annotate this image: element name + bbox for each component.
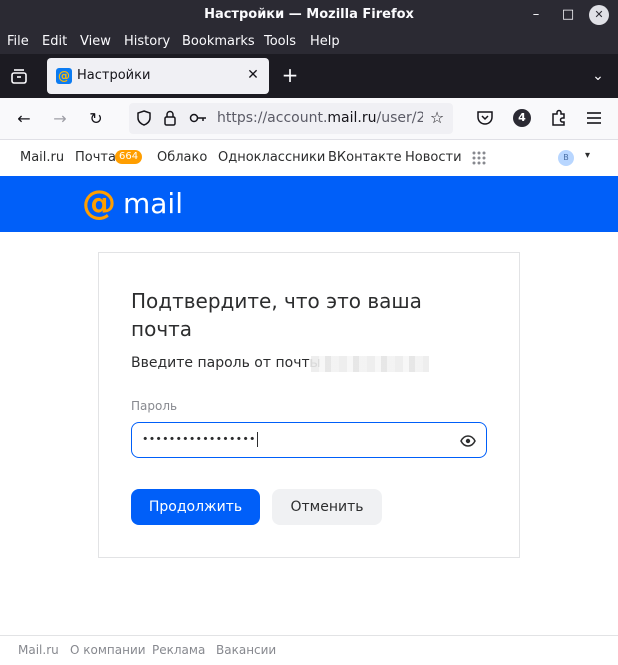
chevron-down-icon[interactable]: ▾ — [585, 150, 597, 164]
tab-list-icon[interactable] — [10, 67, 28, 85]
navigation-toolbar: ← → ↻ https://account.mail.ru/user/2-ste… — [0, 98, 618, 140]
menu-view[interactable]: View — [80, 34, 111, 49]
minimize-icon[interactable]: – — [526, 5, 546, 25]
cancel-button[interactable]: Отменить — [272, 489, 382, 525]
unread-count-badge: 664 — [115, 150, 143, 164]
footer-link-jobs[interactable]: Вакансии — [216, 643, 276, 657]
reload-icon[interactable]: ↻ — [86, 109, 106, 129]
mailru-favicon-icon: @ — [56, 68, 72, 84]
portal-link-news[interactable]: Новости — [405, 150, 462, 165]
url-bar[interactable]: https://account.mail.ru/user/2-step-auth… — [129, 103, 453, 134]
card-subtitle: Введите пароль от почты — [131, 355, 321, 371]
window-titlebar: Настройки — Mozilla Firefox – □ ✕ — [0, 0, 618, 30]
tab-strip: @ Настройки ✕ + ⌄ — [0, 54, 618, 98]
footer-divider — [0, 635, 618, 636]
menu-bookmarks[interactable]: Bookmarks — [182, 34, 255, 49]
url-prefix: https://account. — [217, 110, 328, 126]
extension-badge-icon[interactable]: 4 — [513, 109, 531, 127]
key-icon[interactable] — [188, 109, 208, 127]
lock-icon[interactable] — [162, 109, 178, 127]
forward-icon[interactable]: → — [50, 109, 70, 129]
tabs-overflow-icon[interactable]: ⌄ — [588, 66, 608, 86]
continue-button[interactable]: Продолжить — [131, 489, 260, 525]
tab-close-icon[interactable]: ✕ — [245, 67, 261, 83]
url-path: /user/2-step-auth — [376, 110, 424, 126]
hamburger-menu-icon[interactable] — [585, 109, 603, 127]
mailru-logo[interactable]: @ mail — [82, 183, 192, 223]
url-text[interactable]: https://account.mail.ru/user/2-step-auth — [217, 110, 423, 126]
close-window-icon[interactable]: ✕ — [589, 5, 609, 25]
portal-link-cloud[interactable]: Облако — [157, 150, 207, 165]
footer-link-ads[interactable]: Реклама — [152, 643, 205, 657]
new-tab-icon[interactable]: + — [280, 64, 300, 86]
tracking-shield-icon[interactable] — [135, 109, 153, 127]
mailru-logo-text: mail — [123, 187, 183, 220]
menu-help[interactable]: Help — [310, 34, 340, 49]
maximize-icon[interactable]: □ — [558, 5, 578, 25]
page-title: Подтвердите, что это ваша почта — [131, 289, 422, 341]
portal-link-vk[interactable]: ВКонтакте — [328, 150, 402, 165]
portal-link-mailru[interactable]: Mail.ru — [20, 150, 64, 165]
password-label: Пароль — [131, 399, 178, 413]
mailru-at-logo-icon: @ — [82, 183, 116, 223]
portal-link-mail[interactable]: Почта — [75, 150, 116, 165]
menu-edit[interactable]: Edit — [42, 34, 67, 49]
blurred-email-address — [311, 356, 429, 372]
footer-link-mailru[interactable]: Mail.ru — [18, 643, 59, 657]
tab-title: Настройки — [77, 68, 151, 83]
back-icon[interactable]: ← — [14, 109, 34, 129]
page-footer: Mail.ru О компании Реклама Вакансии — [0, 643, 618, 663]
portal-navigation: Mail.ru Почта 664 Облако Одноклассники В… — [0, 140, 618, 176]
pocket-icon[interactable] — [476, 109, 494, 127]
extensions-puzzle-icon[interactable] — [549, 108, 569, 128]
menu-bar: File Edit View History Bookmarks Tools H… — [0, 30, 618, 54]
url-domain: mail.ru — [327, 110, 377, 126]
show-password-eye-icon[interactable] — [460, 433, 476, 449]
password-input[interactable]: ••••••••••••••••• — [131, 422, 487, 458]
menu-file[interactable]: File — [7, 34, 29, 49]
mail-header: @ mail — [0, 176, 618, 232]
bookmark-star-icon[interactable]: ☆ — [427, 108, 447, 128]
menu-history[interactable]: History — [124, 34, 170, 49]
footer-link-about[interactable]: О компании — [70, 643, 146, 657]
tab-settings[interactable]: @ Настройки ✕ — [47, 58, 269, 94]
portal-link-ok[interactable]: Одноклассники — [218, 150, 325, 165]
password-value: ••••••••••••••••• — [142, 432, 256, 446]
apps-grid-icon[interactable] — [472, 151, 486, 165]
user-avatar[interactable]: В — [558, 150, 574, 166]
menu-tools[interactable]: Tools — [264, 34, 296, 49]
confirm-password-card: Подтвердите, что это ваша почта Введите … — [98, 252, 520, 558]
